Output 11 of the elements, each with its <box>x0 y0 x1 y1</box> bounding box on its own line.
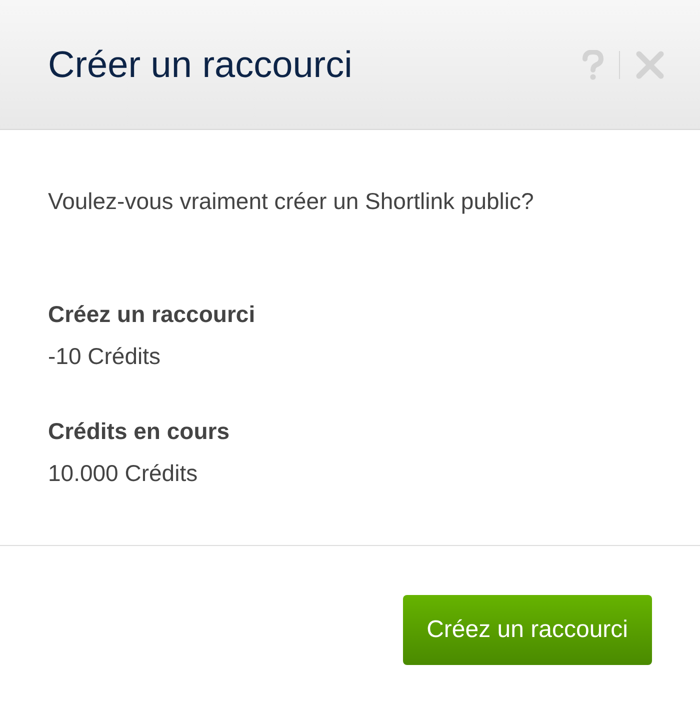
confirmation-message: Voulez-vous vraiment créer un Shortlink public? <box>48 187 535 216</box>
help-button[interactable] <box>581 48 605 80</box>
detail-value: 10.000 Crédits <box>48 459 199 488</box>
close-icon <box>636 50 664 78</box>
detail-value: -10 Crédits <box>48 342 162 371</box>
dialog-title: Créer un raccourci <box>48 42 354 87</box>
create-shortcut-button[interactable]: Créez un raccourci <box>402 595 652 665</box>
detail-label: Crédits en cours <box>48 416 230 446</box>
detail-label: Créez un raccourci <box>48 300 256 328</box>
help-icon <box>582 50 604 80</box>
close-button[interactable] <box>634 48 666 80</box>
